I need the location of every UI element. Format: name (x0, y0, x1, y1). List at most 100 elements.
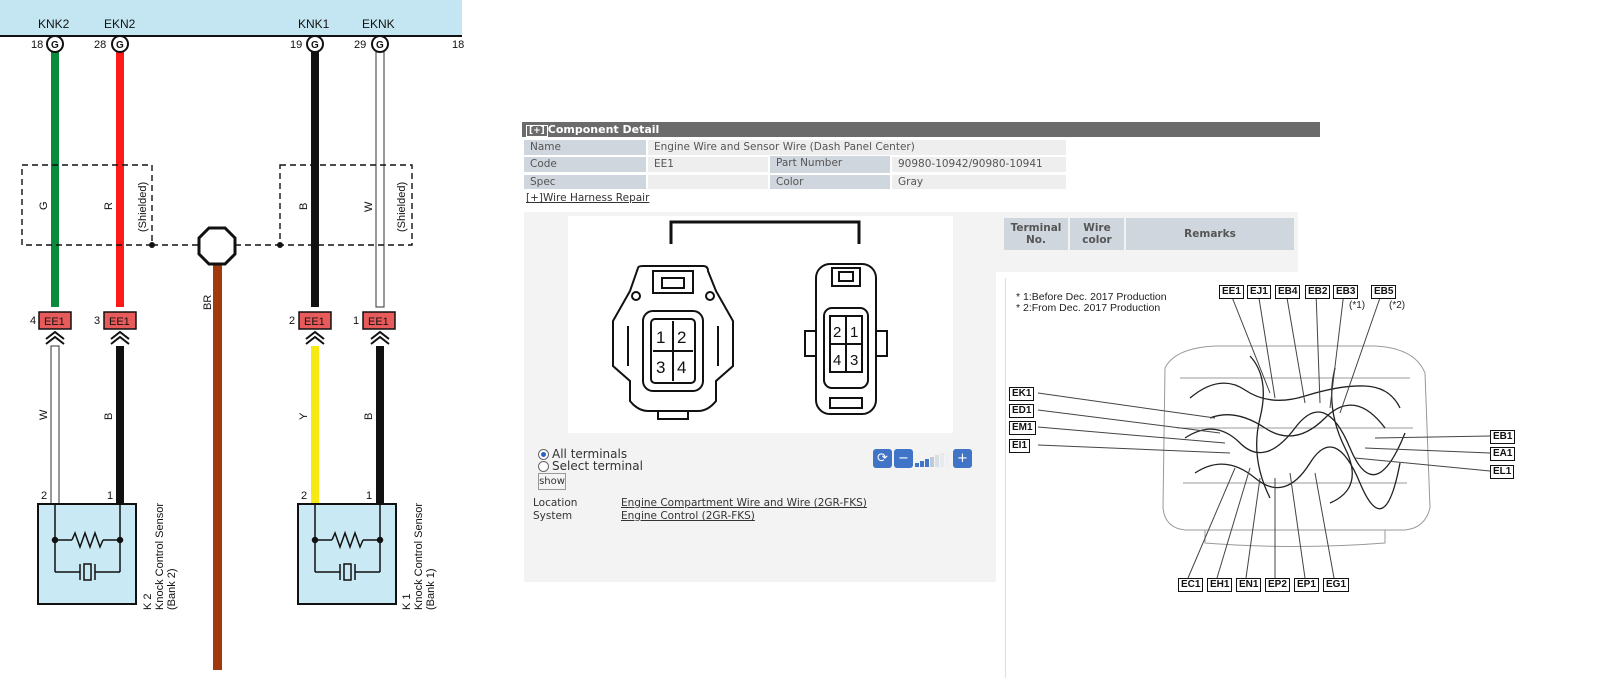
color-label: Color (770, 175, 890, 189)
wire-color-label: R (103, 202, 115, 210)
wire-black (311, 52, 319, 307)
connector-ee1-pin2: 2 EE1 (289, 311, 332, 330)
terminal-number: 2 (833, 324, 841, 341)
location-tag-eb2: EB2 (1305, 285, 1331, 299)
ground-circle-g: G (111, 35, 129, 53)
terminal-number: 1 (656, 328, 665, 347)
wire-yellow-lower (311, 346, 319, 504)
radio-unselected-icon[interactable] (538, 460, 549, 472)
location-tag-ea1: EA1 (1490, 447, 1516, 461)
location-tag-ep2: EP2 (1265, 578, 1290, 592)
wire-color-label: B (103, 413, 115, 420)
component-detail-header[interactable]: [+] Component Detail (522, 122, 1320, 137)
system-link[interactable]: Engine Control (2GR-FKS) (621, 510, 755, 522)
expand-toggle[interactable]: [+] (526, 125, 548, 137)
wire-color-label: G (38, 201, 50, 210)
connector-ee1-pin3: 3 EE1 (94, 311, 137, 330)
ground-circle-g: G (306, 35, 324, 53)
connector-ee1-pin1: 1 EE1 (353, 311, 396, 330)
sensor-pin-number: 1 (366, 490, 372, 502)
part-number-value: 90980-10942/90980-10941 (892, 157, 1066, 172)
pin-number: 28 (94, 39, 106, 51)
wire-color-label: W (363, 201, 375, 212)
connector-ee1-pin4: 4 EE1 (30, 311, 72, 330)
location-tag-ej1: EJ1 (1247, 285, 1271, 299)
terminal-number: 4 (677, 358, 686, 377)
zoom-out-icon[interactable]: − (894, 449, 913, 468)
wire-black-lower (376, 346, 384, 504)
terminal-number: 2 (677, 328, 686, 347)
wire-white-lower (50, 345, 60, 505)
pin-name-eknk: EKNK (362, 17, 395, 31)
terminal-number: 1 (850, 324, 858, 341)
sensor-bank-label: (Bank 2) (166, 568, 178, 610)
terminal-no-header: Terminal No. (1004, 218, 1068, 250)
color-value: Gray (892, 175, 1066, 189)
pin-number: 18 (452, 39, 464, 51)
wire-color-label: B (298, 203, 310, 210)
location-tag-eb4: EB4 (1275, 285, 1301, 299)
location-tag-ec1: EC1 (1178, 578, 1204, 592)
sensor-pin-number: 2 (41, 490, 47, 502)
location-tag-eb3: EB3 (1333, 285, 1359, 299)
wire-color-label: B (363, 413, 375, 420)
wire-black-lower (116, 346, 124, 504)
svg-text:EE1: EE1 (304, 316, 325, 328)
radio-select-label: Select terminal (552, 459, 643, 473)
location-tag-eh1: EH1 (1207, 578, 1233, 592)
show-button[interactable]: show (538, 473, 566, 490)
wire-color-label: W (38, 409, 50, 420)
wire-color-header: Wire color (1070, 218, 1124, 250)
location-tag-el1: EL1 (1490, 465, 1515, 479)
splice-point (197, 226, 237, 266)
production-note-ref: (*2) (1389, 300, 1406, 311)
code-label: Code (524, 157, 646, 172)
wire-color-label: BR (202, 295, 214, 310)
name-value: Engine Wire and Sensor Wire (Dash Panel … (648, 140, 1066, 155)
component-detail-title: Component Detail (547, 123, 660, 136)
terminal-number: 4 (833, 352, 841, 369)
pin-name-ekn2: EKN2 (104, 17, 136, 31)
location-link[interactable]: Engine Compartment Wire and Wire (2GR-FK… (621, 497, 867, 509)
location-tag-em1: EM1 (1009, 421, 1036, 435)
svg-text:EE1: EE1 (109, 316, 130, 328)
wire-harness-repair-link[interactable]: [+]Wire Harness Repair (526, 192, 649, 204)
ground-circle-g: G (46, 35, 64, 53)
knock-sensor-k2 (37, 503, 137, 605)
spec-value (648, 175, 768, 189)
system-label: System (533, 510, 573, 522)
location-tag-en1: EN1 (1236, 578, 1262, 592)
shielded-label: (Shielded) (137, 182, 149, 232)
code-value: EE1 (648, 157, 768, 172)
pin-name-knk2: KNK2 (38, 17, 70, 31)
zoom-in-icon[interactable]: + (953, 449, 972, 468)
svg-text:4: 4 (30, 315, 36, 327)
radio-select-terminal[interactable]: Select terminal (538, 459, 643, 473)
spec-label: Spec (524, 175, 646, 189)
svg-text:G: G (116, 40, 124, 51)
knock-sensor-k1 (297, 503, 397, 605)
svg-text:EE1: EE1 (368, 316, 389, 328)
location-tag-eb1: EB1 (1490, 430, 1516, 444)
svg-text:G: G (311, 40, 319, 51)
sensor-pin-number: 1 (107, 490, 113, 502)
svg-text:1: 1 (353, 315, 359, 327)
wire-green (51, 52, 59, 307)
wire-brown (213, 258, 222, 670)
location-tag-ee1: EE1 (1219, 285, 1244, 299)
engine-bay-sketch (1037, 291, 1491, 579)
terminal-number: 3 (850, 352, 858, 369)
connector-diagram: 1 2 3 4 2 1 4 3 (612, 220, 888, 420)
reset-zoom-icon[interactable]: ⟳ (873, 449, 892, 468)
ground-circle-g: G (371, 35, 389, 53)
svg-text:G: G (51, 40, 59, 51)
location-tag-ek1: EK1 (1009, 387, 1035, 401)
sensor-id-label: K 2 (142, 593, 154, 610)
zoom-level-bar[interactable] (914, 449, 952, 468)
wire-red (116, 52, 124, 307)
location-tag-eb5: EB5 (1371, 285, 1397, 299)
radio-selected-icon[interactable] (538, 448, 549, 460)
location-tag-ep1: EP1 (1294, 578, 1319, 592)
shielded-label: (Shielded) (396, 182, 408, 232)
part-number-label: Part Number (770, 156, 890, 173)
